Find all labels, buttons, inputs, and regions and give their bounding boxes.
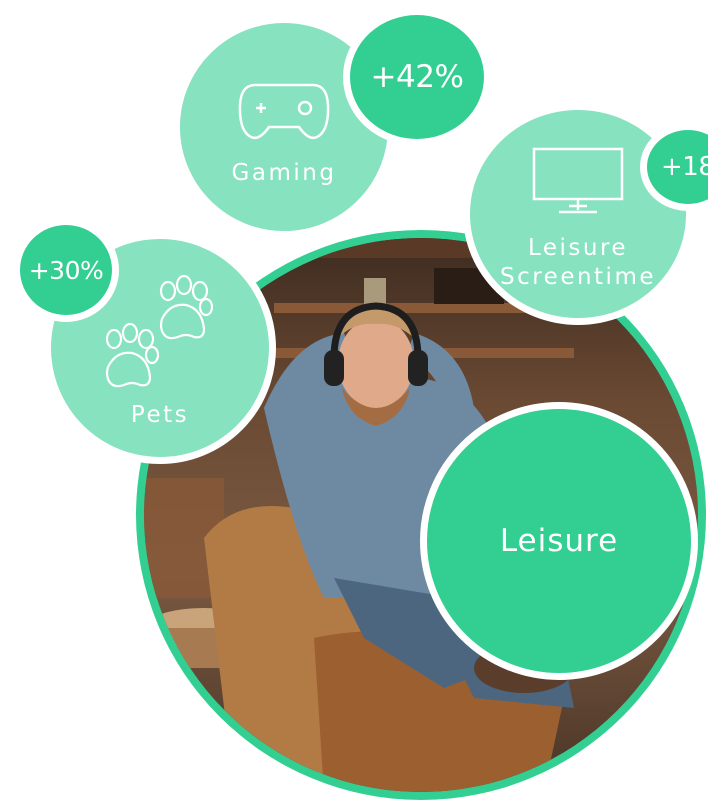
paw-icon xyxy=(105,274,214,387)
gamepad-icon xyxy=(238,83,330,139)
change-value: +42% xyxy=(370,59,464,95)
gaming-change-badge: +42% xyxy=(343,8,491,146)
leisure-main-bubble: Leisure xyxy=(420,402,698,680)
change-value: +18% xyxy=(661,152,708,182)
pets-change-badge: +30% xyxy=(13,218,119,322)
category-label: Leisure Screentime xyxy=(499,235,657,290)
monitor-icon xyxy=(532,148,624,214)
category-label: Pets xyxy=(130,401,190,428)
change-value: +30% xyxy=(28,255,104,285)
category-label: Gaming xyxy=(231,159,337,186)
main-label: Leisure xyxy=(499,523,619,559)
